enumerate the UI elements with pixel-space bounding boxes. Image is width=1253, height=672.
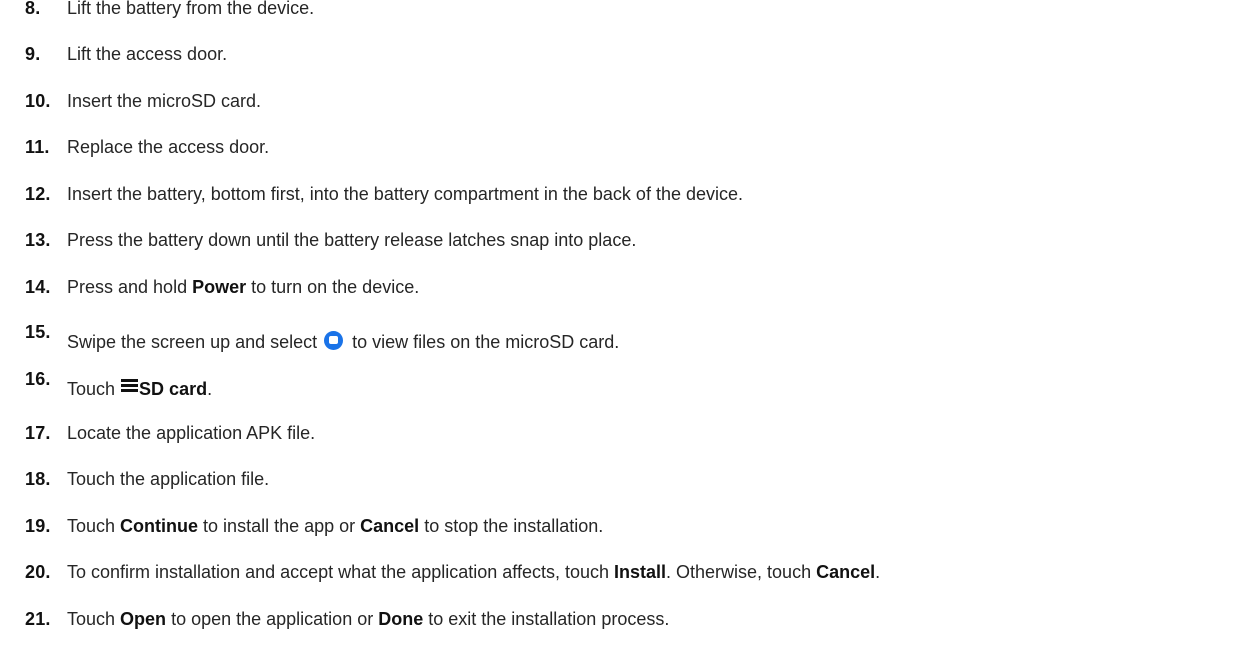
step-text-fragment: Touch the application file. — [67, 469, 270, 489]
step-number: 20. — [25, 562, 51, 582]
ui-term: Install — [614, 562, 667, 582]
step-number: 11. — [25, 137, 50, 157]
instruction-steps: 8. Lift the battery from the device. 9. Lif… — [0, 0, 1253, 672]
step-text: Touch SD card. — [67, 379, 212, 400]
step-text-fragment: to view files on the microSD card. — [347, 332, 620, 352]
files-app-icon — [324, 331, 344, 350]
step-number: 17. — [25, 423, 51, 443]
ui-term: Done — [378, 609, 424, 629]
step-text-fragment: . — [875, 562, 881, 582]
step-text: Insert the battery, bottom first, into t… — [67, 184, 743, 205]
step-text: Lift the battery from the device. — [67, 0, 314, 19]
step-text: Touch Open to open the application or Do… — [67, 609, 669, 630]
step-text-fragment: . Otherwise, touch — [666, 562, 817, 582]
step-number: 21. — [25, 609, 51, 629]
step-text: Lift the access door. — [67, 44, 227, 65]
step-number: 8. — [25, 0, 41, 18]
ui-term: Power — [192, 277, 247, 297]
ui-term: SD card — [139, 379, 208, 399]
step-text-fragment: to exit the installation process. — [423, 609, 670, 629]
step-number: 18. — [25, 469, 51, 489]
step-text-fragment: to open the application or — [166, 609, 379, 629]
ui-term: Cancel — [360, 516, 420, 536]
step-text: Replace the access door. — [67, 137, 269, 158]
step-text: Locate the application APK file. — [67, 423, 315, 444]
step-number: 12. — [25, 184, 51, 204]
step-text: Touch Continue to install the app or Can… — [67, 516, 603, 537]
step-number: 9. — [25, 44, 41, 64]
menu-icon — [121, 379, 139, 393]
step-text-fragment: Press the battery down until the battery… — [67, 230, 637, 250]
step-text-fragment: Locate the application APK file. — [67, 423, 316, 443]
step-text-fragment: Lift the access door. — [67, 44, 228, 64]
step-text-fragment: Insert the microSD card. — [67, 91, 262, 111]
step-text: Touch the application file. — [67, 469, 269, 490]
step-text-fragment: Swipe the screen up and select — [67, 332, 323, 352]
step-text-fragment: to turn on the device. — [246, 277, 420, 297]
step-number: 14. — [25, 277, 51, 297]
step-text-fragment: to stop the installation. — [419, 516, 604, 536]
step-text: Press the battery down until the battery… — [67, 230, 636, 251]
step-text-fragment: Touch — [67, 379, 116, 399]
step-text: Swipe the screen up and select to view f… — [67, 331, 619, 353]
step-text-fragment: Touch — [67, 516, 121, 536]
step-text: Insert the microSD card. — [67, 91, 261, 112]
ui-term: Cancel — [816, 562, 876, 582]
step-text-fragment: Insert the battery, bottom first, into t… — [67, 184, 744, 204]
step-number: 13. — [25, 230, 51, 250]
step-text: To confirm installation and accept what … — [67, 562, 880, 583]
ui-term: Open — [120, 609, 167, 629]
step-text-fragment: Replace the access door. — [67, 137, 270, 157]
step-text-fragment: to install the app or — [198, 516, 361, 536]
ui-term: Continue — [120, 516, 199, 536]
step-text-fragment: To confirm installation and accept what … — [67, 562, 614, 582]
step-number: 19. — [25, 516, 51, 536]
step-text-fragment: Touch — [67, 609, 121, 629]
step-text-fragment: Lift the battery from the device. — [67, 0, 315, 18]
step-number: 16. — [25, 369, 51, 389]
step-text-fragment: Press and hold — [67, 277, 193, 297]
step-number: 15. — [25, 322, 51, 342]
step-text-fragment: . — [207, 379, 213, 399]
step-text: Press and hold Power to turn on the devi… — [67, 277, 419, 298]
step-number: 10. — [25, 91, 51, 111]
